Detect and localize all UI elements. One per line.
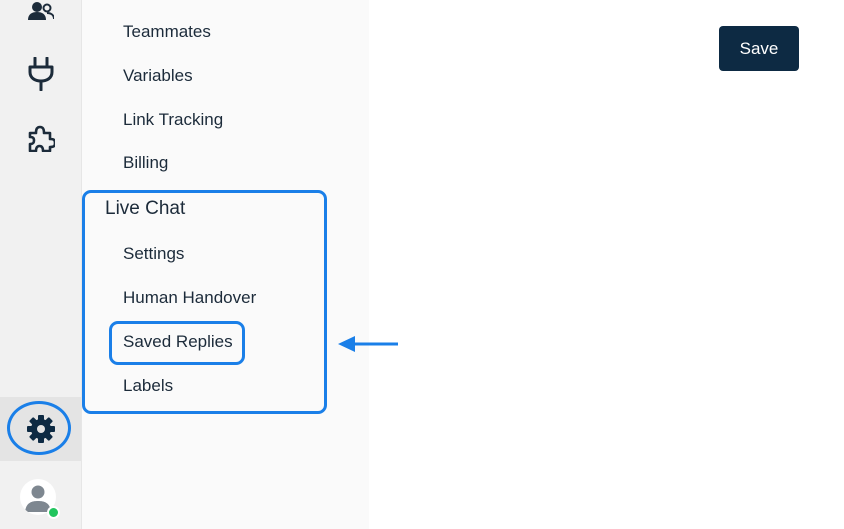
menu-item-labels[interactable]: Labels: [123, 376, 173, 396]
settings-menu: Teammates Variables Link Tracking Billin…: [82, 0, 398, 529]
section-title-live-chat: Live Chat: [105, 198, 186, 219]
integrations-plug-icon[interactable]: [20, 53, 62, 95]
menu-item-human-handover[interactable]: Human Handover: [123, 288, 256, 308]
apps-puzzle-icon[interactable]: [20, 117, 62, 159]
menu-item-teammates[interactable]: Teammates: [123, 22, 211, 42]
menu-item-link-tracking[interactable]: Link Tracking: [123, 110, 223, 130]
save-button[interactable]: Save: [719, 26, 799, 71]
menu-item-variables[interactable]: Variables: [123, 66, 193, 86]
menu-item-saved-replies[interactable]: Saved Replies: [123, 332, 233, 352]
pointer-arrow-icon: [338, 334, 400, 359]
menu-item-settings[interactable]: Settings: [123, 244, 184, 264]
settings-highlight-ring: [7, 401, 71, 455]
icon-rail: [0, 0, 82, 529]
app-root: Teammates Variables Link Tracking Billin…: [0, 0, 844, 529]
contacts-icon[interactable]: [20, 0, 62, 33]
menu-item-billing[interactable]: Billing: [123, 153, 168, 173]
online-status-dot: [47, 506, 60, 519]
